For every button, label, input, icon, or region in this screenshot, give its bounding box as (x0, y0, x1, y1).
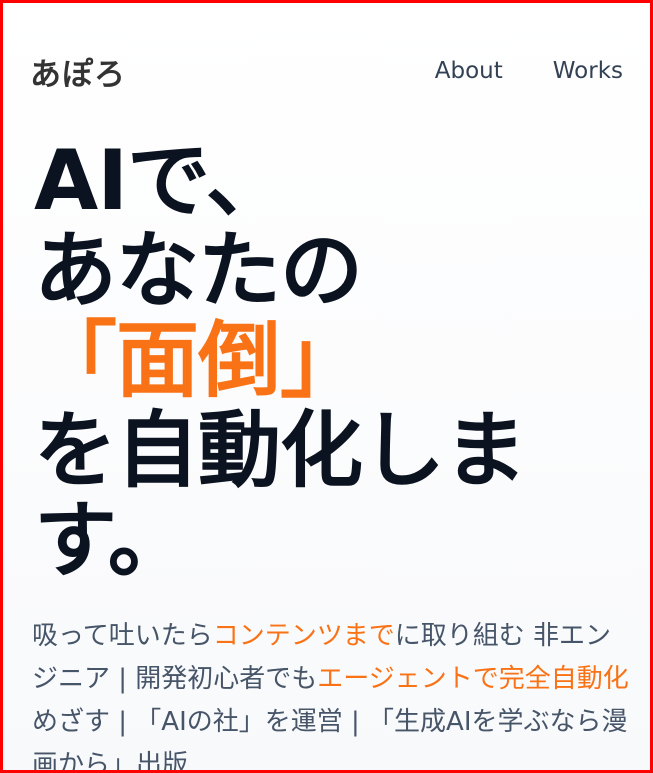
hero-highlight: 「面倒」 (34, 312, 363, 409)
hero-line-1: AIで、 (34, 132, 289, 229)
intro-part-5: めざす | 「AIの社」を運営 | 「生成AIを学ぶなら漫画から」出版 (32, 707, 628, 773)
hero-line-2: あなたの (34, 222, 363, 319)
intro-text: 吸って吐いたらコンテンツまでに取り組む 非エンジニア | 開発初心者でもエージェ… (32, 615, 632, 773)
intro-highlight-1: コンテンツまで (212, 621, 395, 651)
intro-part-1: 吸って吐いたら (32, 621, 213, 651)
main-nav: About Works (435, 58, 623, 84)
hero-line-5: す。 (34, 492, 191, 589)
hero-line-4: を自動化しま (34, 402, 527, 499)
nav-link-works[interactable]: Works (553, 58, 623, 84)
site-header: あぽろ About Works (30, 43, 623, 99)
site-logo[interactable]: あぽろ (30, 49, 126, 94)
page-frame: あぽろ About Works AIで、 あなたの 「面倒」 を自動化しま す。… (0, 0, 653, 773)
intro-highlight-2: エージェントで完全自動化 (317, 664, 629, 694)
nav-link-about[interactable]: About (435, 58, 503, 84)
hero-heading: AIで、 あなたの 「面倒」 を自動化しま す。 (34, 136, 634, 586)
